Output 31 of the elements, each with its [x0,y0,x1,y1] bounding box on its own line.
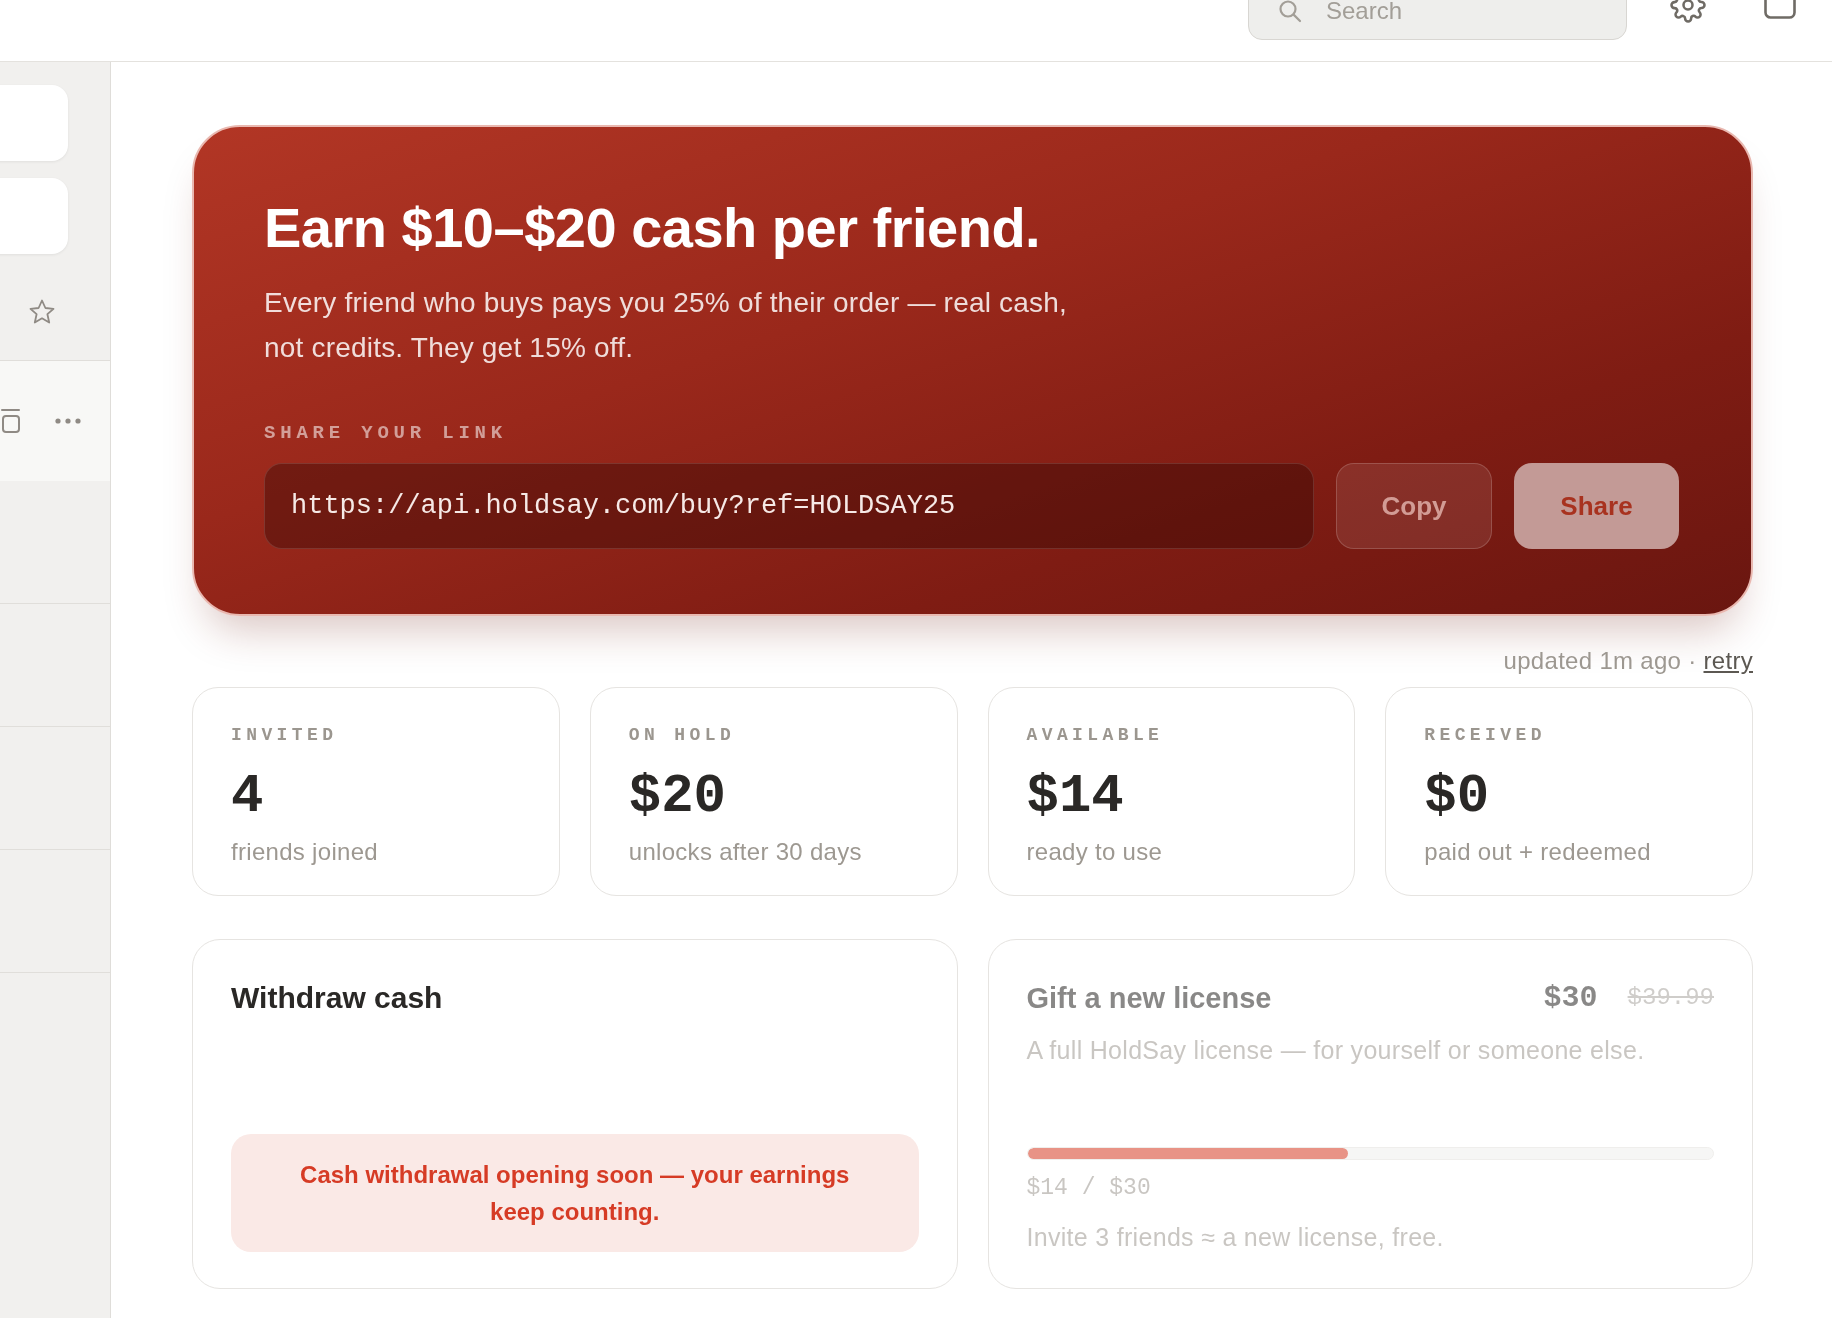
square-icon[interactable] [1,407,21,434]
search-icon [1278,0,1302,23]
notice-banner: Cash withdrawal opening soon — your earnings keep counting. [231,1134,919,1252]
stat-label: AVAILABLE [1026,724,1165,747]
stat-caption: unlocks after 30 days [628,838,863,866]
stat-label: INVITED [231,724,339,747]
star-icon[interactable] [29,299,55,325]
status-text: updated 1m ago · [1503,647,1697,675]
search-field[interactable]: Search [1248,0,1627,40]
link-field[interactable]: https://api.holdsay.com/buy?ref=HOLDSAY25 [264,463,1314,549]
card-description: A full HoldSay license — for yourself or someone else. [1026,1035,1646,1065]
stat-value: $20 [628,765,727,829]
card-title: Withdraw cash [231,981,444,1015]
share-label: SHARE YOUR LINK [264,421,509,445]
stat-value: 4 [231,765,265,829]
progress-text: $14 / $30 [1026,1174,1152,1202]
price: $30 [1543,981,1598,1015]
stat-label: ON HOLD [628,724,737,747]
stat-value: $14 [1026,765,1125,829]
more-icon[interactable] [55,417,81,424]
stat-caption: ready to use [1026,838,1164,866]
stat-caption: paid out + redeemed [1424,838,1652,866]
retry-link[interactable]: retry [1703,647,1753,675]
hero-title: Earn $10–$20 cash per friend. [264,197,1042,259]
stat-caption: friends joined [231,838,379,866]
copy-button[interactable]: Copy [1336,463,1492,549]
stat-label: RECEIVED [1424,724,1547,747]
hint-text: Invite 3 friends ≈ a new license, free. [1026,1222,1445,1252]
card-title: Gift a new license [1026,981,1273,1015]
stat-value: $0 [1424,765,1491,829]
hero-description: Every friend who buys pays you 25% of their order — real cash, not credits. They get 15% off. [264,286,1068,365]
